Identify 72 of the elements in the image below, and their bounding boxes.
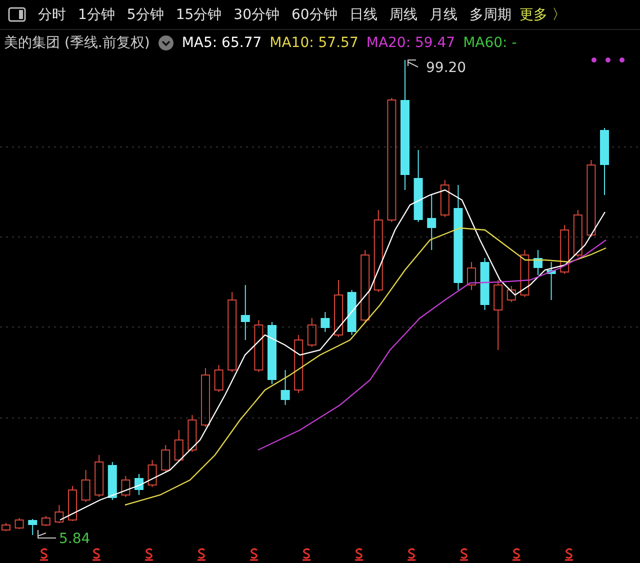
candlestick xyxy=(94,454,104,498)
candlestick xyxy=(494,280,503,350)
candlestick xyxy=(534,250,542,276)
candlestick xyxy=(68,486,77,522)
dividend-marker-icon xyxy=(250,548,258,561)
candlestick xyxy=(54,504,64,524)
period-tab[interactable]: 日线 xyxy=(343,4,384,26)
candlestick xyxy=(280,370,290,406)
moving-average-label: MA5: 65.77 xyxy=(182,35,262,51)
candlestick xyxy=(546,262,556,300)
moving-average-label: MA10: 57.57 xyxy=(270,35,358,51)
candlestick xyxy=(240,284,250,340)
more-link[interactable]: 更多 〉 xyxy=(519,6,566,24)
dividend-marker-icon xyxy=(565,548,573,561)
candlestick xyxy=(2,522,10,532)
period-tab[interactable]: 60分钟 xyxy=(286,4,344,26)
candlestick xyxy=(506,286,516,302)
stock-title: 美的集团 (季线.前复权) xyxy=(4,34,150,52)
candlestick xyxy=(320,312,330,332)
candlestick xyxy=(573,210,582,258)
candlestick xyxy=(268,322,276,384)
candlestick xyxy=(174,430,184,462)
candlestick xyxy=(520,250,530,298)
candlestick xyxy=(14,518,24,530)
candlestick xyxy=(28,518,38,536)
period-tab[interactable]: 多周期 xyxy=(463,4,518,26)
period-tab[interactable]: 30分钟 xyxy=(228,4,286,26)
candlestick xyxy=(440,180,450,218)
candlestick xyxy=(148,460,157,488)
dividend-marker-icon xyxy=(145,548,153,561)
candlestick xyxy=(214,364,224,392)
candlestick xyxy=(307,318,316,348)
candlestick xyxy=(480,258,490,310)
candlestick xyxy=(427,194,436,250)
candlestick xyxy=(188,414,197,452)
dividend-marker-icon xyxy=(302,548,310,561)
dividend-marker-icon xyxy=(355,548,363,561)
dividend-marker-icon xyxy=(92,548,100,561)
candlestick xyxy=(81,470,90,502)
dividend-marker-icon xyxy=(460,548,468,561)
candlestick xyxy=(161,444,170,472)
period-tab[interactable]: 15分钟 xyxy=(170,4,228,26)
period-tab[interactable]: 1分钟 xyxy=(72,4,121,26)
candlestick xyxy=(254,320,264,372)
period-tab[interactable]: 周线 xyxy=(383,4,424,26)
period-tab[interactable]: 分时 xyxy=(32,4,72,26)
candlestick xyxy=(108,462,117,500)
more-options-icon xyxy=(592,58,624,62)
leader-line xyxy=(38,530,56,538)
candlestick xyxy=(134,474,144,496)
moving-average-label: MA20: 59.47 xyxy=(366,35,456,51)
candlestick xyxy=(201,368,210,428)
period-tab[interactable]: 月线 xyxy=(423,4,464,26)
candlestick xyxy=(347,290,356,336)
high-price-label: 99.20 xyxy=(426,60,466,76)
candlestick xyxy=(121,476,130,498)
dropdown-icon[interactable] xyxy=(158,35,174,51)
low-price-label: 5.84 xyxy=(59,531,90,547)
candlestick xyxy=(467,262,476,290)
candlestick xyxy=(560,224,570,274)
candlestick xyxy=(334,280,343,338)
dividend-marker-icon xyxy=(408,548,416,561)
candlestick xyxy=(41,516,50,526)
dividend-marker-icon xyxy=(512,548,520,561)
period-tab[interactable]: 5分钟 xyxy=(120,4,170,26)
candlestick xyxy=(294,334,304,394)
dividend-marker-icon xyxy=(198,548,206,561)
moving-average-label: MA60: - xyxy=(463,35,517,51)
leader-line xyxy=(408,60,418,68)
panel-toggle-icon[interactable] xyxy=(6,6,28,24)
dividend-marker-icon xyxy=(40,548,48,561)
candlestick xyxy=(600,128,609,196)
